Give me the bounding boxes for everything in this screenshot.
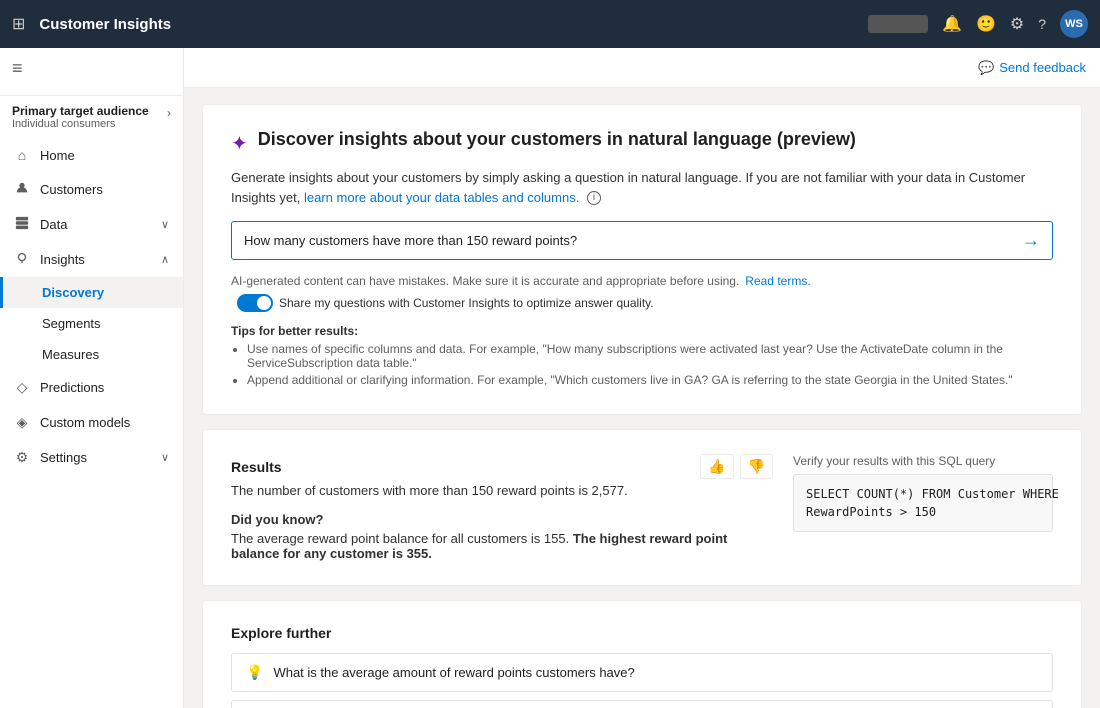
settings-icon: ⚙ (14, 449, 30, 466)
app-title: Customer Insights (39, 16, 858, 33)
results-card: Results 👍 👎 The number of customers with… (202, 429, 1082, 586)
toggle-label-text: Share my questions with Customer Insight… (279, 296, 654, 310)
result-actions: 👍 👎 (700, 454, 773, 479)
primary-target-sublabel: Individual consumers (12, 118, 171, 130)
search-submit-button[interactable]: → (1022, 230, 1040, 251)
search-bar: → (231, 221, 1053, 260)
insights-icon (14, 251, 30, 268)
home-icon: ⌂ (14, 147, 30, 163)
sidebar-item-custom-models[interactable]: ◈ Custom models (0, 405, 183, 440)
sidebar-item-custom-models-label: Custom models (40, 415, 130, 430)
sub-bar: 💬 Send feedback (184, 48, 1100, 88)
explore-title: Explore further (231, 625, 1053, 641)
tip-item-2: Append additional or clarifying informat… (247, 373, 1053, 387)
sidebar-item-data[interactable]: Data ∨ (0, 207, 183, 242)
thumbs-down-button[interactable]: 👎 (740, 454, 773, 479)
sidebar-item-predictions-label: Predictions (40, 380, 104, 395)
ai-sparkle-icon: ✦ (231, 131, 248, 156)
sidebar: ≡ › Primary target audience Individual c… (0, 48, 184, 708)
discovery-card: ✦ Discover insights about your customers… (202, 104, 1082, 415)
main-content: ✦ Discover insights about your customers… (184, 88, 1100, 708)
send-feedback-label: Send feedback (999, 60, 1086, 75)
did-you-know-title: Did you know? (231, 512, 773, 527)
sql-code-block: SELECT COUNT(*) FROM Customer WHERE Rewa… (793, 474, 1053, 532)
read-terms-link[interactable]: Read terms. (745, 274, 810, 288)
content-row: ≡ › Primary target audience Individual c… (0, 48, 1100, 708)
thumbs-up-button[interactable]: 👍 (700, 454, 733, 479)
sidebar-item-data-label: Data (40, 217, 67, 232)
insights-chevron-icon: ∧ (161, 253, 169, 266)
send-feedback-button[interactable]: 💬 Send feedback (978, 60, 1086, 76)
sidebar-item-customers[interactable]: Customers (0, 172, 183, 207)
results-header: Results 👍 👎 (231, 454, 773, 479)
description-text: Generate insights about your customers b… (231, 168, 1053, 207)
sidebar-item-measures[interactable]: Measures (0, 339, 183, 370)
sidebar-item-settings[interactable]: ⚙ Settings ∨ (0, 440, 183, 475)
sidebar-item-customers-label: Customers (40, 182, 103, 197)
sidebar-item-home-label: Home (40, 148, 75, 163)
tips-section: Tips for better results: Use names of sp… (231, 324, 1053, 387)
data-icon (14, 216, 30, 233)
primary-target[interactable]: › Primary target audience Individual con… (0, 96, 183, 138)
info-icon[interactable]: i (587, 191, 601, 205)
top-nav: ⊞ Customer Insights 🔔 🙂 ⚙ ? WS (0, 0, 1100, 48)
results-left: Results 👍 👎 The number of customers with… (231, 454, 773, 561)
did-you-know-section: Did you know? The average reward point b… (231, 512, 773, 561)
results-section: Results 👍 👎 The number of customers with… (231, 454, 1053, 561)
did-you-know-text: The average reward point balance for all… (231, 531, 773, 561)
share-questions-toggle[interactable] (237, 294, 273, 312)
blurred-badge (868, 15, 928, 33)
tip-item-1: Use names of specific columns and data. … (247, 342, 1053, 370)
custom-models-icon: ◈ (14, 414, 30, 431)
explore-further-card: Explore further 💡 What is the average am… (202, 600, 1082, 708)
explore-item-2[interactable]: 💡 What is the distribution of reward poi… (231, 700, 1053, 708)
card-header: ✦ Discover insights about your customers… (231, 129, 1053, 156)
sidebar-item-settings-label: Settings (40, 450, 87, 465)
bell-icon[interactable]: 🔔 (942, 14, 962, 34)
gear-icon[interactable]: ⚙ (1010, 14, 1024, 34)
sidebar-item-discovery[interactable]: Discovery (0, 277, 183, 308)
sidebar-item-insights-label: Insights (40, 252, 85, 267)
sidebar-item-home[interactable]: ⌂ Home (0, 138, 183, 172)
explore-item-1-text: What is the average amount of reward poi… (273, 665, 634, 680)
help-icon[interactable]: ? (1038, 16, 1046, 32)
results-text: The number of customers with more than 1… (231, 483, 773, 498)
search-input[interactable] (244, 233, 1014, 248)
page-title: Discover insights about your customers i… (258, 129, 856, 150)
sidebar-item-insights[interactable]: Insights ∧ (0, 242, 183, 277)
settings-chevron-icon: ∨ (161, 451, 169, 464)
hamburger-menu-icon[interactable]: ≡ (12, 58, 171, 79)
smiley-icon[interactable]: 🙂 (976, 14, 996, 34)
sidebar-item-predictions[interactable]: ◇ Predictions (0, 370, 183, 405)
primary-target-chevron: › (167, 106, 171, 120)
tips-title: Tips for better results: (231, 324, 1053, 338)
ai-warning-text: AI-generated content can have mistakes. … (231, 274, 739, 288)
avatar[interactable]: WS (1060, 10, 1088, 38)
learn-more-link[interactable]: learn more about your data tables and co… (304, 190, 579, 205)
app-grid-icon[interactable]: ⊞ (12, 14, 25, 34)
send-feedback-icon: 💬 (978, 60, 994, 76)
results-title: Results (231, 459, 282, 475)
explore-item-1[interactable]: 💡 What is the average amount of reward p… (231, 653, 1053, 692)
data-chevron-icon: ∨ (161, 218, 169, 231)
results-right: Verify your results with this SQL query … (793, 454, 1053, 561)
sidebar-item-segments-label: Segments (42, 316, 101, 331)
tips-list: Use names of specific columns and data. … (231, 342, 1053, 387)
primary-target-label: Primary target audience (12, 104, 171, 118)
customers-icon (14, 181, 30, 198)
sidebar-header: ≡ (0, 48, 183, 96)
nav-actions: 🔔 🙂 ⚙ ? WS (868, 10, 1088, 38)
sidebar-item-discovery-label: Discovery (42, 285, 104, 300)
sidebar-item-measures-label: Measures (42, 347, 99, 362)
ai-warning: AI-generated content can have mistakes. … (231, 274, 1053, 312)
sidebar-item-segments[interactable]: Segments (0, 308, 183, 339)
sql-verify-label: Verify your results with this SQL query (793, 454, 1053, 468)
explore-bulb-icon-1: 💡 (246, 664, 263, 681)
toggle-container: Share my questions with Customer Insight… (237, 294, 654, 312)
predictions-icon: ◇ (14, 379, 30, 396)
